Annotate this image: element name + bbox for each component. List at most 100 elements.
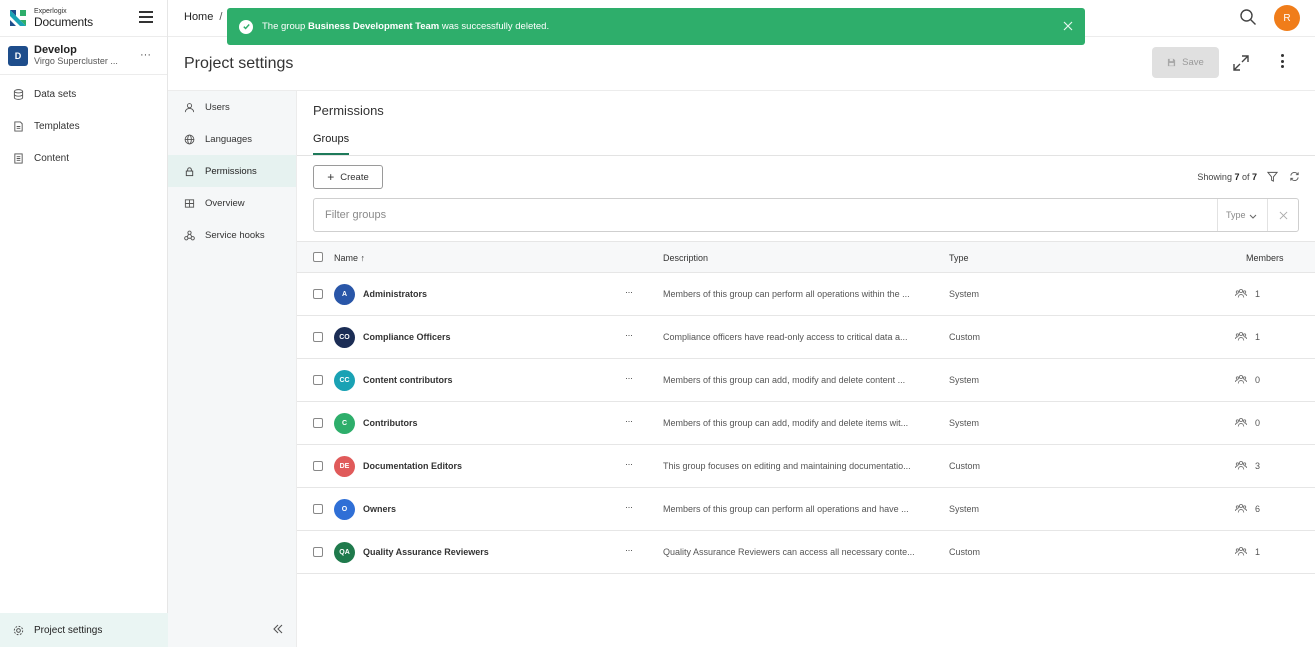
table-row[interactable]: CO Compliance Officers ··· Compliance offic… (297, 316, 1315, 359)
showing-count: Showing 7 of 7 (1197, 172, 1257, 182)
search-icon[interactable] (1239, 8, 1257, 26)
group-members-count: 0 (1255, 418, 1261, 428)
subnav-item-permissions[interactable]: Permissions (168, 155, 296, 187)
user-avatar[interactable]: R (1274, 5, 1300, 31)
project-more-icon[interactable]: ··· (140, 49, 151, 61)
column-header-name[interactable]: Name ↑ (334, 253, 365, 263)
group-description: Members of this group can perform all op… (663, 289, 910, 299)
hooks-icon (184, 230, 195, 241)
type-filter-label: Type (1226, 210, 1246, 220)
members-icon (1235, 331, 1247, 342)
collapse-sidebar-icon[interactable] (272, 623, 284, 635)
save-button[interactable]: Save (1152, 47, 1219, 78)
group-type: Custom (949, 332, 981, 342)
project-subtitle: Virgo Supercluster ... (34, 56, 118, 66)
row-checkbox[interactable] (313, 418, 323, 428)
create-button[interactable]: + Create (313, 165, 383, 189)
group-name[interactable]: Documentation Editors (363, 461, 462, 471)
select-all-checkbox[interactable] (313, 252, 323, 262)
group-name[interactable]: Quality Assurance Reviewers (363, 547, 489, 557)
close-icon[interactable] (1062, 20, 1074, 32)
breadcrumb: Home / (184, 11, 222, 23)
group-name[interactable]: Administrators (363, 289, 427, 299)
section-title: Permissions (313, 103, 384, 118)
nav-item-data-sets[interactable]: Data sets (0, 78, 167, 110)
clear-filter-icon[interactable] (1267, 199, 1299, 231)
filter-groups-input[interactable] (314, 199, 1217, 231)
row-more-icon[interactable]: ··· (625, 545, 633, 555)
table-header: Name ↑ Description Type Members (297, 241, 1315, 273)
filter-icon[interactable] (1266, 171, 1279, 182)
group-type: Custom (949, 461, 981, 471)
members-icon (1235, 417, 1247, 428)
group-avatar: CO (334, 327, 355, 348)
row-more-icon[interactable]: ··· (625, 330, 633, 340)
group-name[interactable]: Contributors (363, 418, 418, 428)
subnav-item-label: Languages (205, 133, 253, 145)
type-filter-select[interactable]: Type (1217, 199, 1267, 231)
tab-groups[interactable]: Groups (313, 133, 350, 155)
nav-item-label: Data sets (34, 88, 77, 100)
row-checkbox[interactable] (313, 461, 323, 471)
title-bar: Project settings Save (168, 37, 1315, 91)
group-avatar: CC (334, 370, 355, 391)
subnav-item-service-hooks[interactable]: Service hooks (168, 219, 296, 251)
column-header-description: Description (663, 253, 709, 263)
refresh-icon[interactable] (1289, 171, 1300, 182)
gear-icon (12, 624, 24, 636)
check-circle-icon (239, 19, 253, 34)
grid-icon (184, 198, 195, 209)
page-title: Project settings (184, 55, 294, 72)
table-row[interactable]: DE Documentation Editors ··· This group foc… (297, 445, 1315, 488)
table-row[interactable]: C Contributors ··· Members of this group ca… (297, 402, 1315, 445)
table-row[interactable]: CC Content contributors ··· Members of this… (297, 359, 1315, 402)
nav-item-content[interactable]: Content (0, 142, 167, 174)
success-toast: The group Business Development Team was … (227, 8, 1085, 45)
members-icon (1235, 503, 1247, 514)
expand-icon[interactable] (1231, 53, 1251, 73)
row-more-icon[interactable]: ··· (625, 459, 633, 469)
breadcrumb-home[interactable]: Home (184, 11, 213, 23)
group-avatar: QA (334, 542, 355, 563)
row-checkbox[interactable] (313, 289, 323, 299)
tab-divider (297, 155, 1315, 156)
project-switcher[interactable]: D Develop Virgo Supercluster ... ··· (0, 37, 167, 75)
group-description: Members of this group can add, modify an… (663, 375, 906, 385)
hamburger-menu-icon[interactable] (139, 11, 153, 23)
globe-icon (184, 134, 195, 145)
nav-item-label: Project settings (34, 624, 103, 636)
project-name: Develop (34, 44, 77, 56)
group-name[interactable]: Compliance Officers (363, 332, 451, 342)
subnav-item-label: Users (205, 101, 230, 113)
row-checkbox[interactable] (313, 332, 323, 342)
group-name[interactable]: Owners (363, 504, 396, 514)
group-type: System (949, 375, 980, 385)
group-name[interactable]: Content contributors (363, 375, 453, 385)
row-checkbox[interactable] (313, 547, 323, 557)
row-more-icon[interactable]: ··· (625, 502, 633, 512)
nav-item-templates[interactable]: Templates (0, 110, 167, 142)
row-more-icon[interactable]: ··· (625, 373, 633, 383)
group-type: System (949, 418, 980, 428)
subnav-item-label: Overview (205, 197, 245, 209)
lock-icon (184, 166, 195, 177)
plus-icon: + (327, 170, 335, 184)
group-description: Members of this group can perform all op… (663, 504, 909, 514)
table-row[interactable]: QA Quality Assurance Reviewers ··· Quality … (297, 531, 1315, 574)
row-checkbox[interactable] (313, 375, 323, 385)
nav-item-label: Templates (34, 120, 80, 132)
subnav-item-languages[interactable]: Languages (168, 123, 296, 155)
row-checkbox[interactable] (313, 504, 323, 514)
group-members-count: 6 (1255, 504, 1261, 514)
more-options-icon[interactable] (1281, 54, 1285, 70)
left-navigation: Experlogix Documents D Develop Virgo Sup… (0, 0, 168, 647)
group-type: System (949, 289, 980, 299)
subnav-item-overview[interactable]: Overview (168, 187, 296, 219)
subnav-item-users[interactable]: Users (168, 91, 296, 123)
group-members-count: 3 (1255, 461, 1261, 471)
table-row[interactable]: O Owners ··· Members of this group can perf… (297, 488, 1315, 531)
table-row[interactable]: A Administrators ··· Members of this group … (297, 273, 1315, 316)
row-more-icon[interactable]: ··· (625, 416, 633, 426)
nav-item-project-settings[interactable]: Project settings (0, 613, 168, 647)
row-more-icon[interactable]: ··· (625, 287, 633, 297)
